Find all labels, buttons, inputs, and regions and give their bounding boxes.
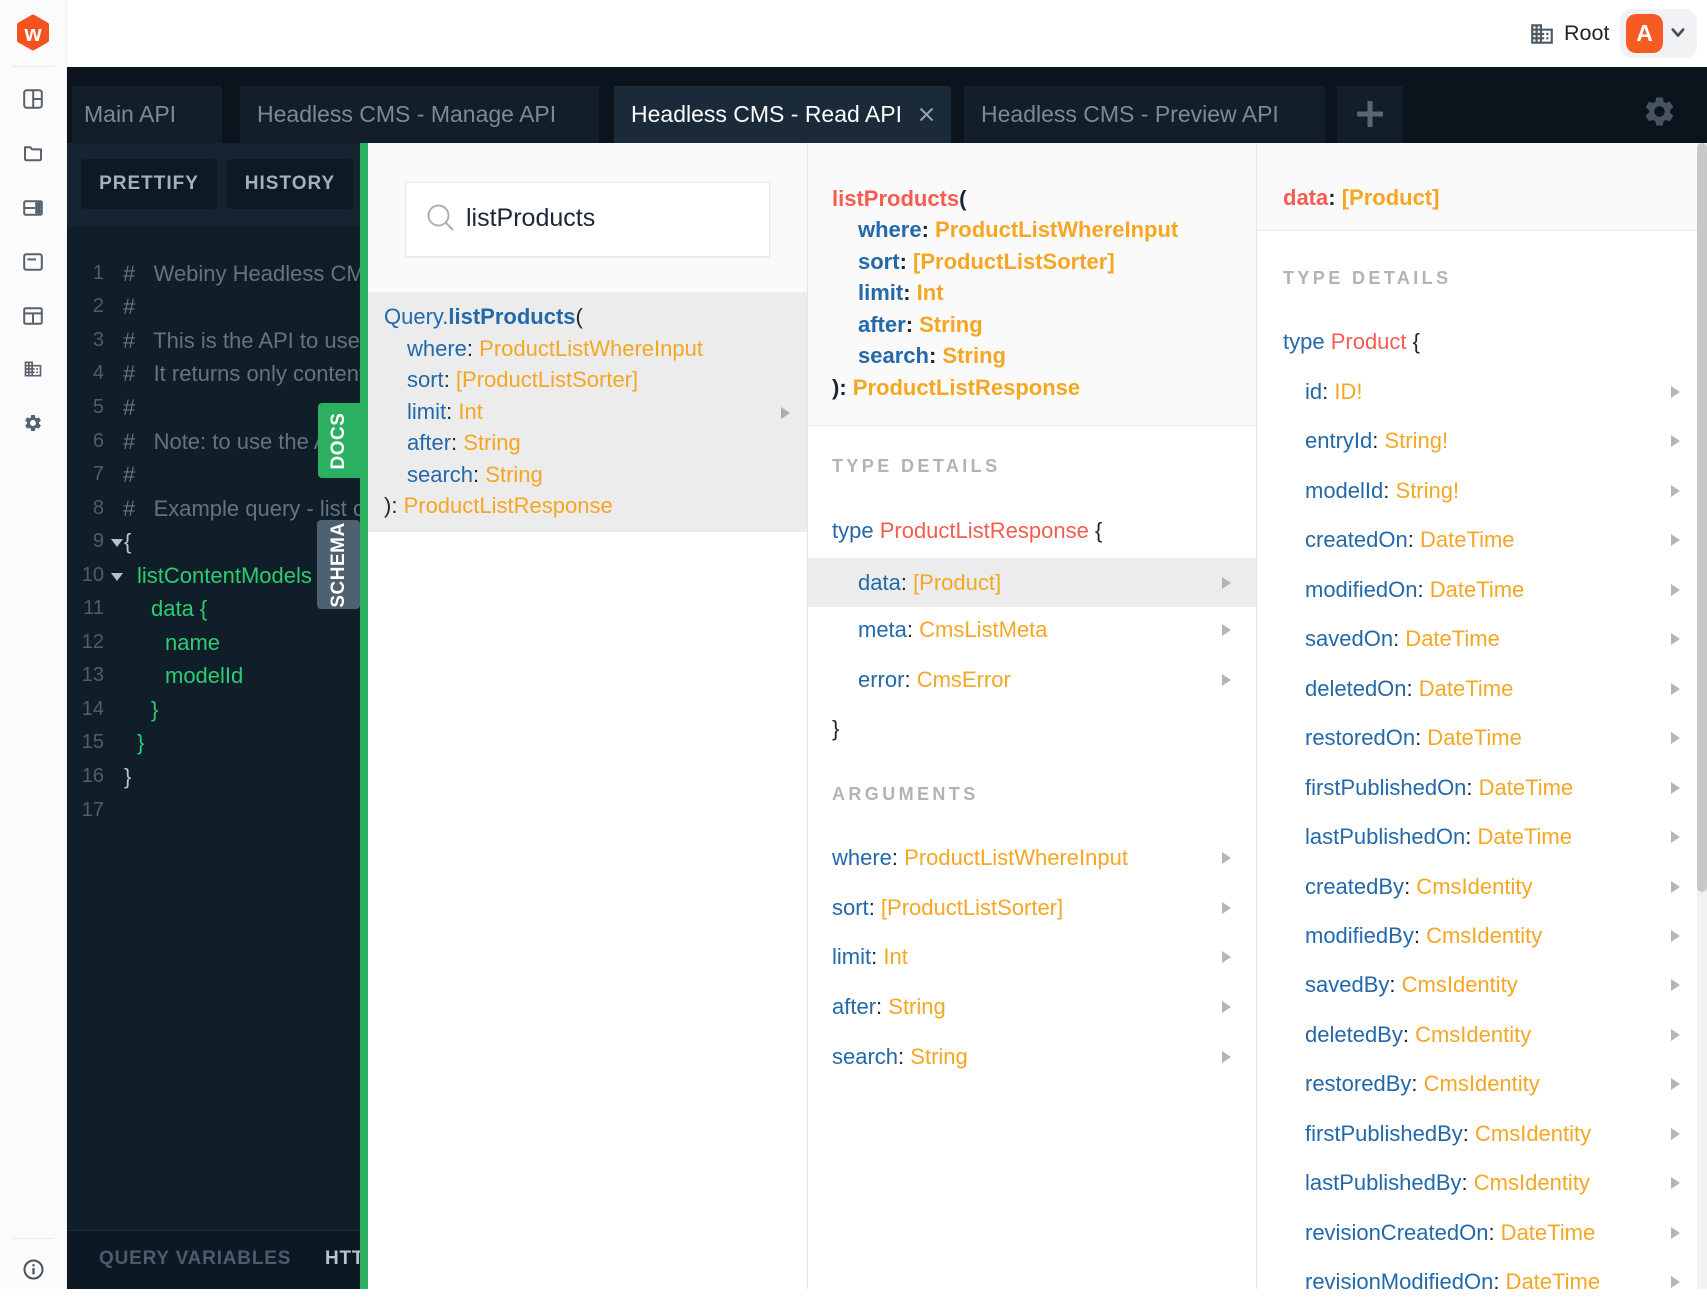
svg-text:w: w — [23, 21, 42, 46]
